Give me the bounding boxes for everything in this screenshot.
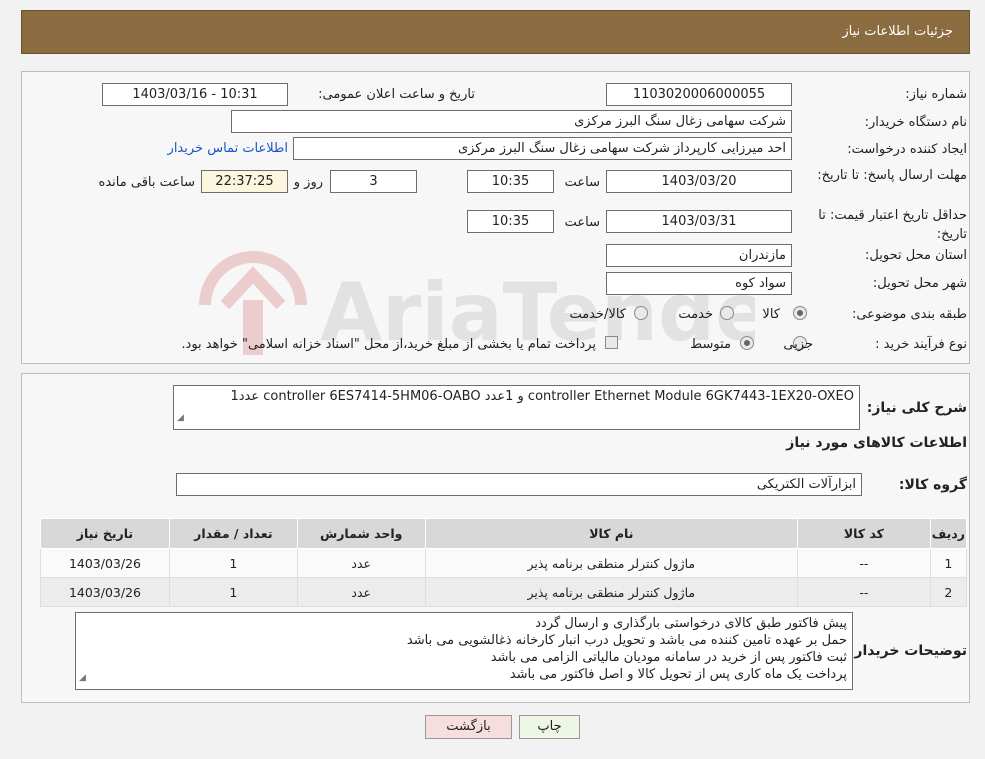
goods-group-label: گروه کالا: — [898, 477, 967, 493]
buyer-contact-link[interactable]: اطلاعات تماس خریدار — [168, 141, 288, 156]
process-medium-radio[interactable] — [740, 336, 754, 350]
col-row: ردیف — [929, 518, 968, 549]
reply-deadline-label: مهلت ارسال پاسخ: تا تاریخ: — [817, 168, 967, 183]
description-textarea[interactable]: 1عدد controller 6ES7414-5HM06-OABO و 1عد… — [173, 385, 860, 430]
province-field: مازندران — [606, 244, 792, 267]
col-name: نام کالا — [424, 518, 799, 549]
buyer-org-field: شرکت سهامی زغال سنگ البرز مرکزی — [231, 110, 792, 133]
category-service-radio[interactable] — [720, 306, 734, 320]
buyer-notes-label: توضیحات خریدار: — [848, 643, 967, 659]
col-unit: واحد شمارش — [296, 518, 426, 549]
cell-name: ماژول کنترلر منطقی برنامه پذیر — [424, 548, 799, 578]
announce-datetime-field: 1403/03/16 - 10:31 — [102, 83, 288, 106]
need-number-label: شماره نیاز: — [905, 87, 967, 102]
goods-table: ردیف کد کالا نام کالا واحد شمارش تعداد /… — [40, 518, 968, 607]
city-field: سواد کوه — [606, 272, 792, 295]
requester-field: احد میرزایی کارپرداز شرکت سهامی زغال سنگ… — [293, 137, 792, 160]
cell-unit: عدد — [296, 577, 426, 607]
cell-unit: عدد — [296, 548, 426, 578]
buyer-note-line: پیش فاکتور طبق کالای درخواستی بارگذاری و… — [535, 616, 847, 631]
page-title: جزئیات اطلاعات نیاز — [842, 24, 953, 39]
validity-time-field: 10:35 — [467, 210, 554, 233]
buyer-notes-textarea[interactable]: پیش فاکتور طبق کالای درخواستی بارگذاری و… — [75, 612, 853, 690]
category-goods-radio[interactable] — [793, 306, 807, 320]
validity-date-field: 1403/03/31 — [606, 210, 792, 233]
cell-row: 1 — [929, 548, 968, 578]
treasury-bond-checkbox[interactable] — [605, 336, 618, 349]
goods-section-title: اطلاعات کالاهای مورد نیاز — [786, 435, 967, 451]
col-quantity: تعداد / مقدار — [168, 518, 298, 549]
table-row: 1 -- ماژول کنترلر منطقی برنامه پذیر عدد … — [40, 548, 968, 578]
cell-row: 2 — [929, 577, 968, 607]
price-validity-label: حداقل تاریخ اعتبار قیمت: تا تاریخ: — [818, 208, 967, 242]
description-text: 1عدد controller 6ES7414-5HM06-OABO و 1عد… — [230, 389, 854, 404]
category-label: طبقه بندی موضوعی: — [851, 307, 967, 322]
reply-time-field: 10:35 — [467, 170, 554, 193]
days-label: روز و — [293, 175, 323, 190]
city-label: شهر محل تحویل: — [872, 276, 967, 291]
resize-handle-icon[interactable]: ◢ — [79, 670, 86, 687]
process-type-label: نوع فرآیند خرید : — [875, 337, 967, 352]
back-button[interactable]: بازگشت — [425, 715, 512, 739]
cell-code: -- — [797, 548, 931, 578]
buyer-note-line: پرداخت یک ماه کاری پس از تحویل کالا و اص… — [509, 667, 847, 682]
buyer-org-label: نام دستگاه خریدار: — [864, 115, 967, 130]
days-field: 3 — [330, 170, 417, 193]
col-code: کد کالا — [797, 518, 931, 549]
buyer-note-line: ثبت فاکتور پس از خرید در سامانه مودیان م… — [490, 650, 847, 665]
cell-date: 1403/03/26 — [40, 577, 170, 607]
remaining-time-label: ساعت باقی مانده — [98, 175, 195, 190]
cell-quantity: 1 — [168, 548, 298, 578]
buyer-note-line: حمل بر عهده تامین کننده می باشد و تحویل … — [406, 633, 847, 648]
reply-time-label: ساعت — [564, 175, 600, 190]
process-minor-label: جزیی — [783, 337, 813, 352]
category-goods-service-radio[interactable] — [634, 306, 648, 320]
description-label: شرح کلی نیاز: — [866, 400, 967, 416]
page-header: جزئیات اطلاعات نیاز — [21, 10, 970, 54]
table-row: 2 -- ماژول کنترلر منطقی برنامه پذیر عدد … — [40, 577, 968, 607]
requester-label: ایجاد کننده درخواست: — [847, 142, 967, 157]
cell-code: -- — [797, 577, 931, 607]
province-label: استان محل تحویل: — [865, 248, 967, 263]
process-medium-label: متوسط — [690, 337, 731, 352]
col-date: تاریخ نیاز — [40, 518, 170, 549]
goods-group-field: ابزارآلات الکتریکی — [176, 473, 862, 496]
print-button[interactable]: چاپ — [519, 715, 580, 739]
category-goods-service-label: کالا/خدمت — [569, 307, 626, 322]
table-header-row: ردیف کد کالا نام کالا واحد شمارش تعداد /… — [40, 518, 968, 549]
resize-handle-icon[interactable]: ◢ — [177, 410, 184, 427]
category-service-label: خدمت — [678, 307, 713, 322]
reply-date-field: 1403/03/20 — [606, 170, 792, 193]
category-goods-label: کالا — [762, 307, 780, 322]
remaining-time-field: 22:37:25 — [201, 170, 288, 193]
validity-time-label: ساعت — [564, 215, 600, 230]
cell-quantity: 1 — [168, 577, 298, 607]
need-number-field: 1103020006000055 — [606, 83, 792, 106]
payment-note: پرداخت تمام یا بخشی از مبلغ خرید،از محل … — [181, 337, 596, 352]
announce-datetime-label: تاریخ و ساعت اعلان عمومی: — [318, 87, 475, 102]
cell-name: ماژول کنترلر منطقی برنامه پذیر — [424, 577, 799, 607]
cell-date: 1403/03/26 — [40, 548, 170, 578]
